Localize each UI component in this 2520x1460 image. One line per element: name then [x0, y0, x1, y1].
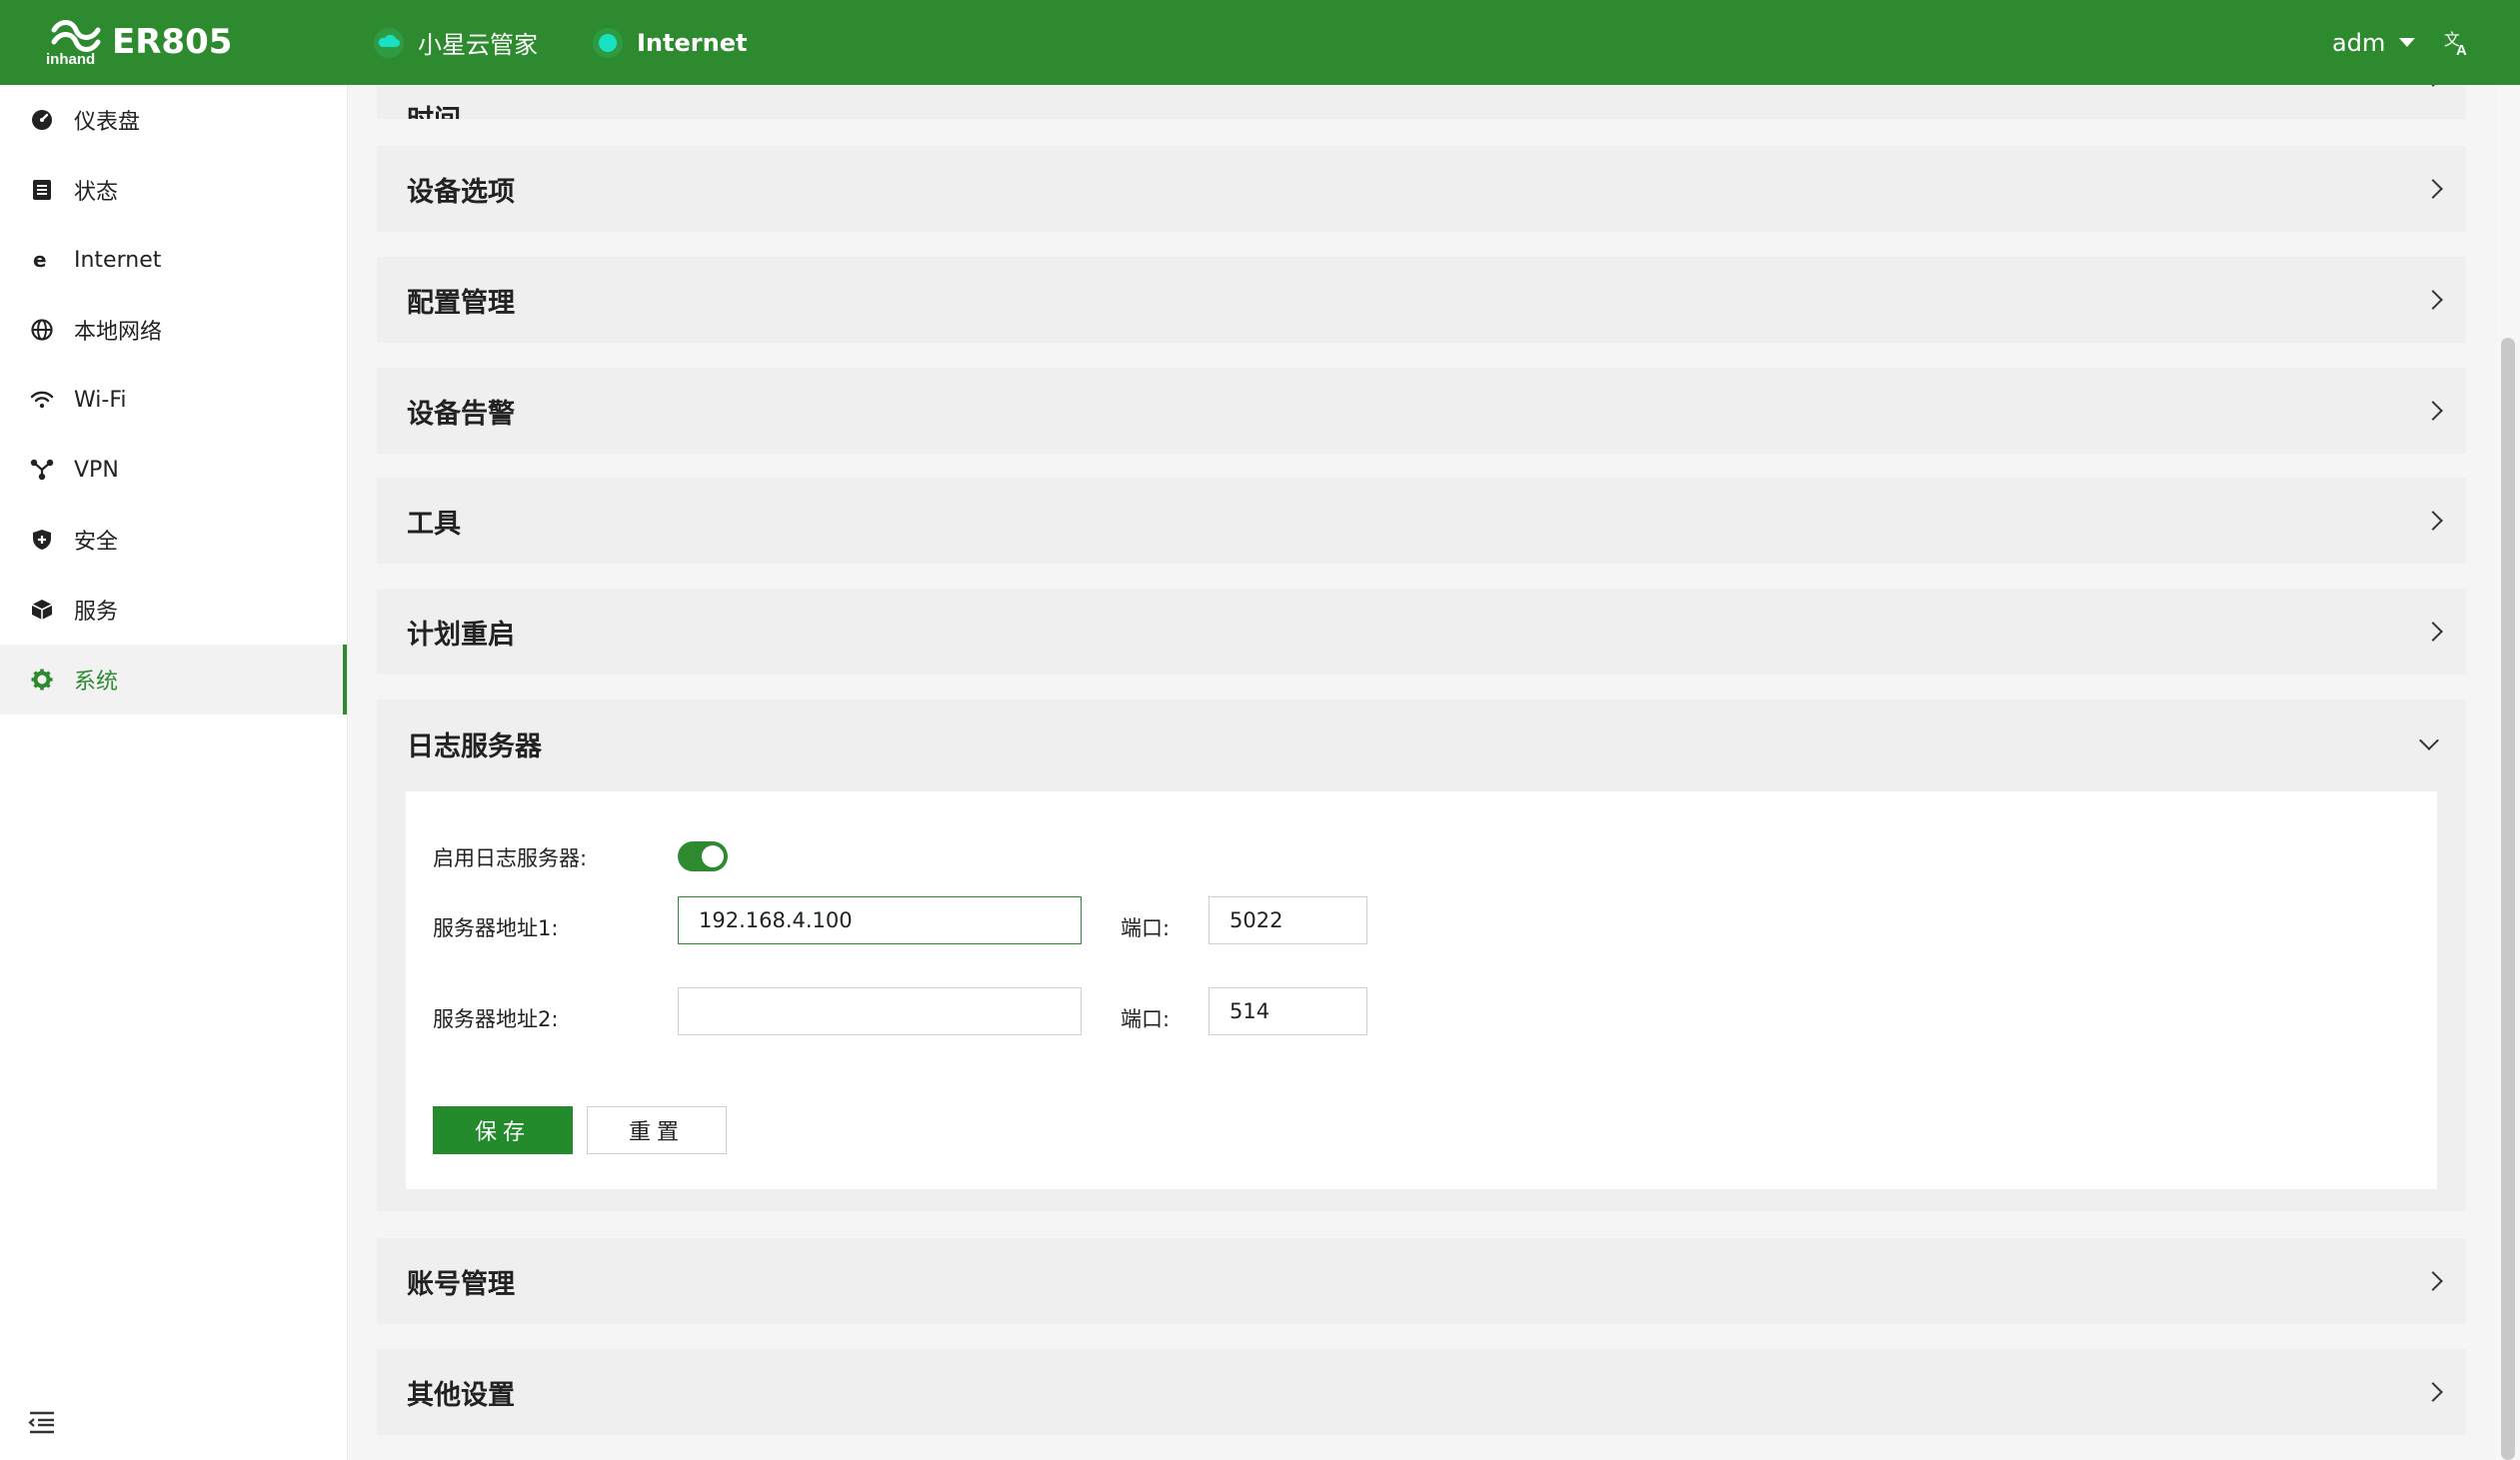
chevron-down-icon[interactable] — [2419, 730, 2439, 750]
top-header: inhand ER805 小星云管家 Internet adm 文 A — [0, 0, 2520, 85]
enable-log-server-toggle[interactable] — [678, 841, 728, 871]
chevron-down-icon — [2399, 38, 2416, 47]
product-name: ER805 — [112, 22, 233, 62]
sidebar-item-label: 安全 — [74, 530, 119, 555]
server-address-2-label: 服务器地址2: — [433, 1007, 559, 1031]
cloud-status[interactable]: 小星云管家 — [374, 0, 538, 85]
status-list-icon — [30, 178, 54, 202]
sidebar-item-dashboard[interactable]: 仪表盘 — [0, 85, 347, 155]
sidebar-item-wifi[interactable]: Wi-Fi — [0, 365, 347, 435]
language-icon[interactable]: 文 A — [2443, 28, 2473, 58]
panel-device-options[interactable]: 设备选项 — [377, 146, 2466, 232]
sidebar-item-label: VPN — [74, 457, 119, 483]
username: adm — [2332, 28, 2386, 57]
sidebar-item-label: 仪表盘 — [74, 110, 141, 135]
panel-tools[interactable]: 工具 — [377, 478, 2466, 564]
internet-icon: e — [30, 248, 54, 272]
brand-logo[interactable]: inhand ER805 — [44, 16, 232, 68]
panel-account-management[interactable]: 账号管理 — [377, 1238, 2466, 1324]
panel-scheduled-reboot[interactable]: 计划重启 — [377, 589, 2466, 675]
globe-icon — [30, 318, 54, 342]
panel-title: 配置管理 — [407, 287, 515, 319]
panel-log-server: 日志服务器 启用日志服务器: 服务器地址1: 端口: 服务器地址2: 端口: 保… — [377, 700, 2466, 1211]
internet-status-label: Internet — [637, 28, 748, 57]
sidebar-item-vpn[interactable]: VPN — [0, 435, 347, 505]
panel-device-alarm[interactable]: 设备告警 — [377, 368, 2466, 454]
toggle-knob — [702, 845, 724, 867]
sidebar-item-internet[interactable]: e Internet — [0, 225, 347, 295]
port-1-input[interactable] — [1209, 896, 1367, 944]
sidebar-item-status[interactable]: 状态 — [0, 155, 347, 225]
sidebar-item-label: 本地网络 — [74, 320, 163, 345]
box-icon — [30, 598, 54, 622]
server-address-1-label: 服务器地址1: — [433, 916, 559, 940]
dashboard-icon — [30, 108, 54, 132]
panel-title: 日志服务器 — [407, 730, 542, 762]
panel-title: 设备告警 — [407, 398, 515, 430]
panel-title: 工具 — [407, 508, 461, 540]
online-dot-icon — [593, 27, 623, 58]
chevron-right-icon — [2423, 401, 2443, 421]
internet-status[interactable]: Internet — [593, 0, 747, 85]
sidebar-item-security[interactable]: 安全 — [0, 505, 347, 575]
chevron-right-icon — [2423, 511, 2443, 531]
chevron-right-icon — [2423, 1382, 2443, 1402]
sidebar-item-local-network[interactable]: 本地网络 — [0, 295, 347, 365]
sidebar-item-label: 服务 — [74, 600, 119, 625]
chevron-right-icon — [2423, 290, 2443, 310]
chevron-right-icon — [2423, 1271, 2443, 1291]
svg-text:e: e — [33, 249, 47, 271]
log-server-form: 启用日志服务器: 服务器地址1: 端口: 服务器地址2: 端口: 保存 重置 — [406, 791, 2437, 1189]
enable-log-server-label: 启用日志服务器: — [433, 846, 588, 870]
server-address-1-input[interactable] — [678, 896, 1082, 944]
panel-title: 计划重启 — [407, 619, 515, 651]
panel-config-management[interactable]: 配置管理 — [377, 257, 2466, 343]
cloud-icon — [374, 27, 404, 58]
sidebar-item-label: 状态 — [74, 180, 119, 205]
wifi-icon — [30, 388, 54, 412]
panel-other-settings[interactable]: 其他设置 — [377, 1349, 2466, 1435]
panel-title: 设备选项 — [407, 176, 515, 208]
sidebar-item-services[interactable]: 服务 — [0, 575, 347, 645]
scrollbar-thumb[interactable] — [2501, 338, 2515, 1460]
shield-icon — [30, 528, 54, 552]
user-menu[interactable]: adm — [2332, 0, 2416, 85]
reset-button[interactable]: 重置 — [587, 1106, 727, 1154]
sidebar-item-label: Wi-Fi — [74, 387, 127, 413]
sidebar-item-label: 系统 — [74, 670, 119, 695]
port-2-label: 端口: — [1121, 1007, 1171, 1031]
gear-icon — [30, 668, 54, 692]
inhand-logo-icon: inhand — [46, 20, 101, 68]
save-button[interactable]: 保存 — [433, 1106, 573, 1154]
panel-title: 时间 — [407, 98, 461, 119]
sidebar-item-label: Internet — [74, 247, 162, 273]
sidebar: 仪表盘 状态 e Internet 本地网络 Wi-Fi VPN 安全 服务 系… — [0, 85, 348, 1460]
panel-title: 账号管理 — [407, 1268, 515, 1300]
svg-text:inhand: inhand — [46, 51, 95, 68]
svg-text:A: A — [2456, 42, 2467, 58]
panel-title: 其他设置 — [407, 1379, 515, 1411]
chevron-right-icon — [2423, 179, 2443, 199]
cloud-status-label: 小星云管家 — [418, 31, 538, 59]
server-address-2-input[interactable] — [678, 987, 1082, 1035]
collapse-sidebar-icon[interactable] — [28, 1410, 56, 1434]
vpn-icon — [30, 458, 54, 482]
port-1-label: 端口: — [1121, 916, 1171, 940]
sidebar-item-system[interactable]: 系统 — [0, 645, 347, 715]
port-2-input[interactable] — [1209, 987, 1367, 1035]
chevron-right-icon — [2423, 622, 2443, 642]
